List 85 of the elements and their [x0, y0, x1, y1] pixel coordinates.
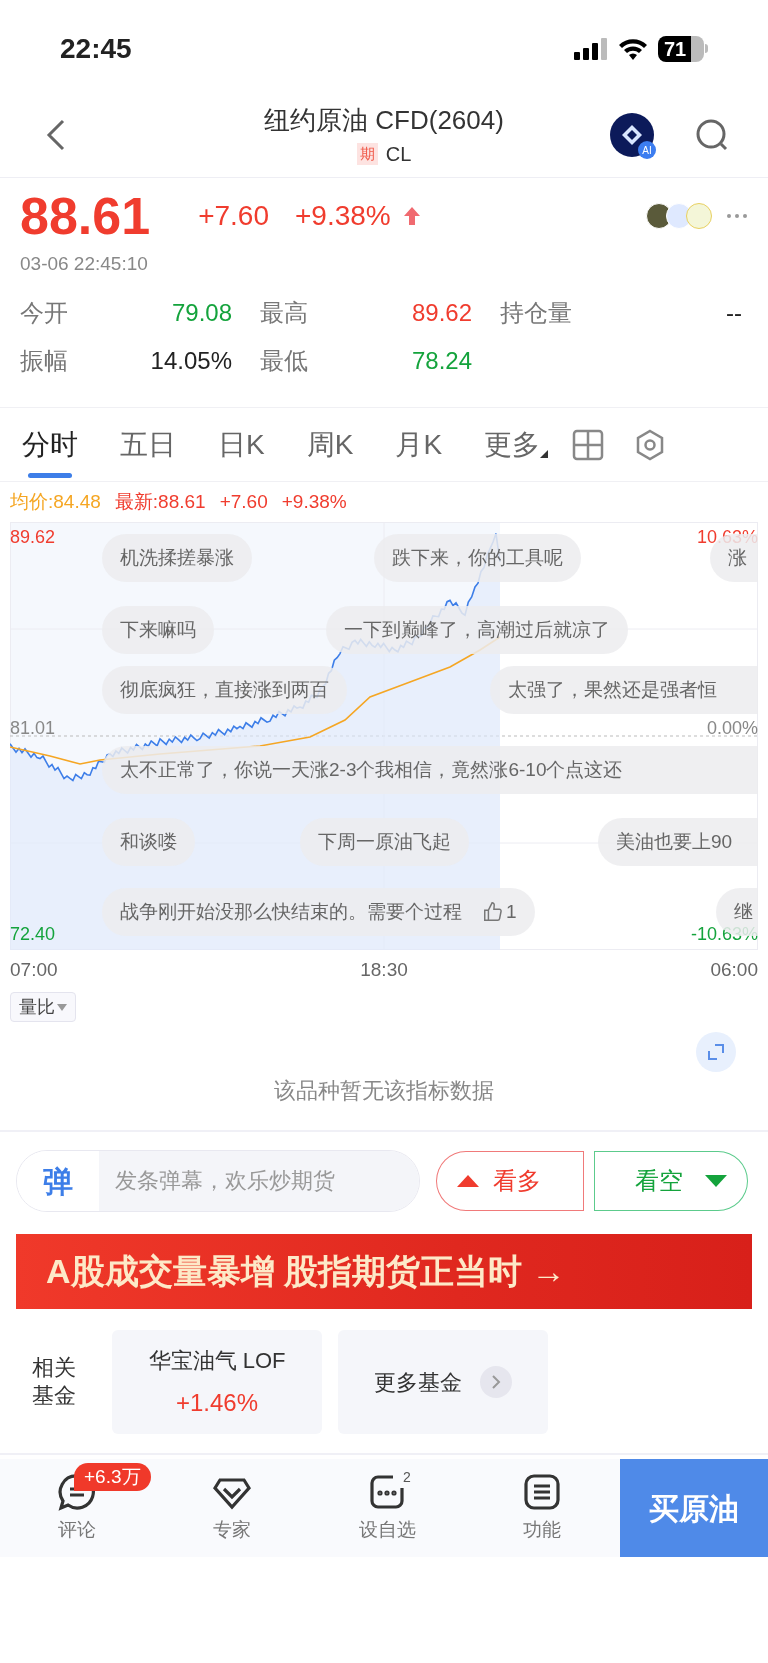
danmaku-bubble: 和谈喽 [102, 818, 195, 866]
stat-label: 今开 [20, 297, 68, 328]
diamond-logo-icon [620, 123, 644, 147]
price-axis-label: 72.40 [10, 923, 56, 946]
signal-icon [574, 37, 608, 60]
more-funds-label: 更多基金 [374, 1368, 462, 1397]
danmaku-bubble: 美油也要上90 [598, 818, 758, 866]
expand-button[interactable] [696, 1032, 736, 1072]
down-triangle-icon [705, 1175, 727, 1187]
danmaku-input[interactable]: 弹 发条弹幕，欢乐炒期货 [16, 1150, 420, 1212]
thumbs-up-icon [482, 901, 504, 923]
wifi-icon [618, 37, 648, 60]
percent-change: +9.38% [295, 199, 391, 233]
up-arrow-icon [402, 206, 421, 226]
price-change: +7.60 [198, 199, 269, 233]
avatar-group [646, 203, 712, 229]
percent-axis-label: -10.63% [690, 923, 758, 946]
more-funds-card[interactable]: 更多基金 [338, 1330, 548, 1434]
futures-tag: 期 [356, 143, 378, 165]
promo-banner[interactable]: A股成交量暴增 股指期货正当时 → [16, 1234, 752, 1309]
search-icon[interactable] [695, 118, 729, 152]
watch-count: 2 [402, 1468, 411, 1487]
average-price: 均价:84.48 [10, 489, 101, 514]
chevron-right-icon [480, 1366, 512, 1398]
stat-value: 89.62 [411, 297, 472, 328]
chart-tab[interactable]: 五日 [120, 407, 176, 482]
stat-label: 最高 [260, 297, 308, 328]
stat-value: 78.24 [411, 345, 472, 376]
no-data-message: 该品种暂无该指标数据 [273, 1077, 495, 1105]
bottom-nav-item[interactable]: +6.3万 评论 [0, 1459, 155, 1557]
danmaku-bubble: 跌下来，你的工具呢 [374, 534, 581, 582]
grid-icon[interactable] [572, 428, 605, 461]
danmaku-bubble: 太强了，果然还是强者恒 [490, 666, 758, 714]
stat-label: 振幅 [20, 345, 68, 376]
stat-label: 持仓量 [500, 297, 572, 328]
indicator-dropdown[interactable]: 量比 [10, 992, 76, 1022]
danmaku-bubble: 下来嘛吗 [102, 606, 214, 654]
time-axis-label: 18:30 [360, 958, 408, 982]
price-axis-label: 81.01 [10, 717, 56, 740]
chart-tab[interactable]: 分时 [22, 407, 78, 482]
up-triangle-icon [457, 1175, 479, 1187]
stat-value: -- [726, 297, 742, 328]
like-count: 1 [506, 899, 517, 924]
quote-timestamp: 03-06 22:45:10 [20, 252, 149, 276]
dropdown-triangle-icon [540, 449, 549, 458]
chart-tab[interactable]: 月K [395, 407, 443, 482]
stat-value: 79.08 [171, 297, 232, 328]
stat-value: 14.05% [150, 345, 232, 376]
back-icon[interactable] [46, 118, 66, 152]
bottom-nav-item[interactable]: 功能 [464, 1459, 620, 1557]
chart-tab[interactable]: 日K [218, 407, 265, 482]
fund-change: +1.46% [175, 1387, 259, 1418]
expand-icon [708, 1044, 724, 1060]
status-time: 22:45 [60, 31, 132, 66]
list-icon [522, 1471, 563, 1512]
fund-name: 华宝油气 LOF [148, 1346, 286, 1375]
stat-label: 最低 [260, 345, 308, 376]
percent-axis-label: 10.63% [696, 526, 758, 548]
latest-change: +7.60 [219, 489, 268, 514]
ai-assistant-button[interactable]: AI [610, 113, 654, 157]
time-axis-label: 07:00 [10, 958, 58, 982]
danmaku-bubble: 一下到巅峰了，高潮过后就凉了 [326, 606, 628, 654]
danmaku-bubble: 太不正常了，你说一天涨2-3个我相信，竟然涨6-10个点这还 [102, 746, 758, 794]
bottom-nav-item[interactable]: 专家 [155, 1459, 310, 1557]
chart-tab[interactable]: 周K [306, 407, 354, 482]
fund-card[interactable]: 华宝油气 LOF +1.46% [112, 1330, 322, 1434]
symbol-code: CL [385, 142, 412, 167]
more-icon[interactable] [726, 213, 748, 219]
danmaku-bubble: 下周一原油飞起 [300, 818, 469, 866]
buy-button[interactable]: 买原油 [619, 1459, 768, 1557]
time-axis-label: 06:00 [710, 958, 758, 982]
last-price: 88.61 [20, 190, 151, 242]
page-title: 纽约原油 CFD(2604) [264, 104, 504, 137]
latest-price: 最新:88.61 [114, 489, 206, 514]
bottom-nav-item[interactable]: 2 设自选 [309, 1459, 465, 1557]
danmaku-bubble: 战争刚开始没那么快结束的。需要个过程 1 [102, 888, 535, 936]
latest-percent: +9.38% [281, 489, 347, 514]
danmaku-bubble: 机洗揉搓暴涨 [102, 534, 252, 582]
price-axis-label: 89.62 [10, 526, 56, 549]
percent-axis-label: 0.00% [706, 717, 758, 740]
comment-count-badge: +6.3万 [74, 1463, 151, 1491]
related-funds-label: 相关基金 [32, 1354, 76, 1410]
caret-icon [57, 1003, 67, 1011]
chart-tab[interactable]: 更多 [484, 407, 549, 482]
danmaku-bubble: 彻底疯狂，直接涨到两百 [102, 666, 347, 714]
